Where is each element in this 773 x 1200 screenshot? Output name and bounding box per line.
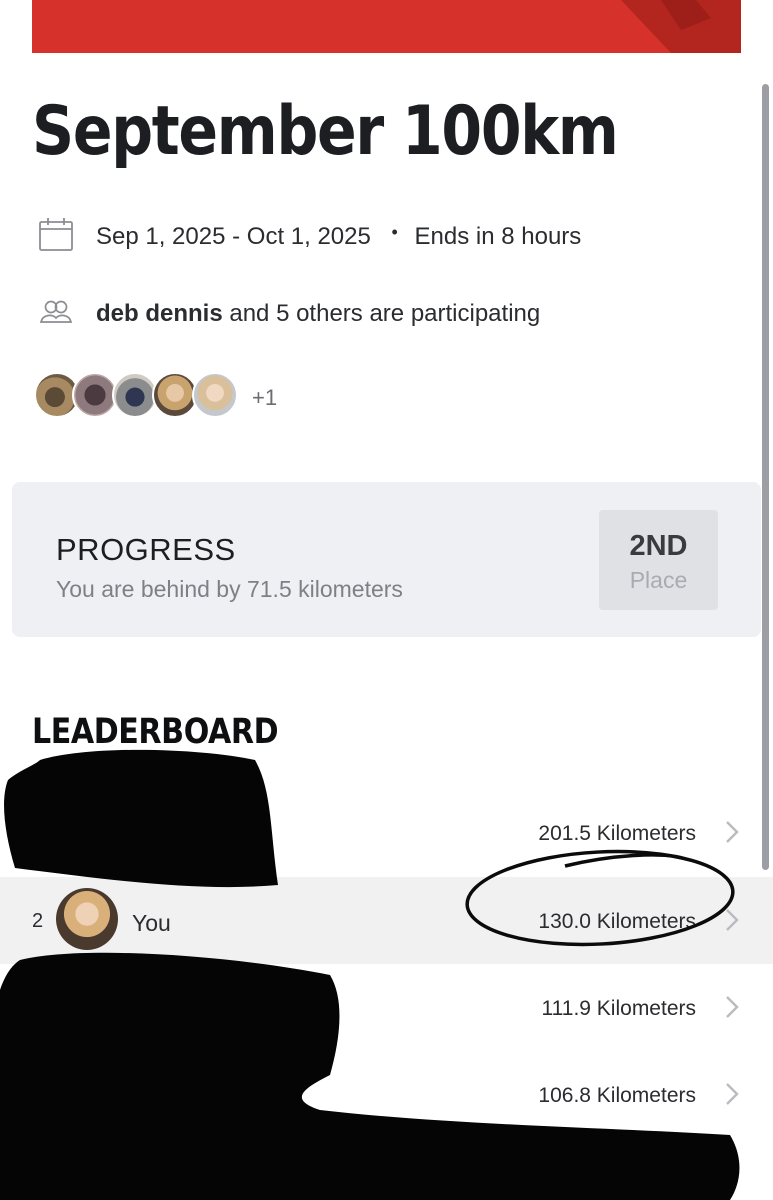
- redaction-scribble: [0, 952, 740, 1200]
- redaction-overlay: [0, 749, 740, 1200]
- annotation-stroke: [564, 853, 683, 868]
- annotation-circle: [465, 849, 735, 947]
- redaction-scribble: [4, 749, 278, 888]
